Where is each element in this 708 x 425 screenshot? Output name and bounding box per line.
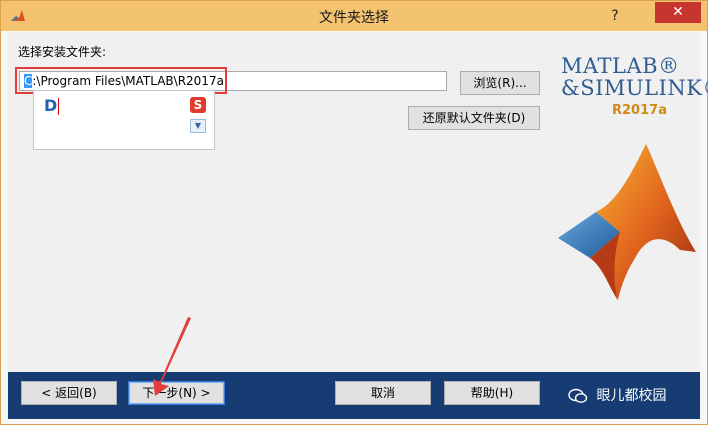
ime-expand-icon[interactable]: ▼ bbox=[190, 119, 206, 133]
close-button[interactable]: ✕ bbox=[655, 2, 701, 23]
dialog-body: 选择安装文件夹: C:\Program Files\MATLAB\R2017a … bbox=[8, 32, 708, 372]
red-arrow-annotation-icon bbox=[153, 317, 191, 396]
back-button[interactable]: < 返回(B) bbox=[21, 381, 117, 405]
ime-typed-text: D bbox=[44, 96, 58, 115]
text-caret bbox=[58, 98, 59, 115]
footer-bar: < 返回(B) 下一步(N) > 取消 帮助(H) 眼儿都校园 bbox=[8, 372, 700, 419]
title-bar[interactable]: 文件夹选择 ? ✕ bbox=[1, 1, 707, 31]
matlab-membrane-logo-icon bbox=[558, 144, 696, 300]
brand-version-text: R2017a bbox=[612, 103, 667, 118]
wechat-icon bbox=[568, 388, 588, 403]
restore-default-folder-button[interactable]: 还原默认文件夹(D) bbox=[408, 106, 540, 130]
help-icon[interactable]: ? bbox=[601, 5, 629, 27]
help-button[interactable]: 帮助(H) bbox=[444, 381, 540, 405]
choose-folder-label: 选择安装文件夹: bbox=[18, 45, 107, 59]
watermark-text: 眼儿都校园 bbox=[592, 388, 667, 404]
brand-simulink-text: &SIMULINK® bbox=[561, 76, 708, 100]
sogou-ime-icon[interactable]: S bbox=[190, 97, 206, 113]
browse-button[interactable]: 浏览(R)... bbox=[460, 71, 540, 95]
installer-window: 文件夹选择 ? ✕ 选择安装文件夹: C:\Program Files\MATL… bbox=[0, 0, 708, 425]
ime-candidate-popup: D S ▼ bbox=[33, 90, 215, 150]
cancel-button[interactable]: 取消 bbox=[335, 381, 431, 405]
brand-matlab-text: MATLAB® bbox=[561, 54, 680, 78]
watermark: 眼儿都校园 bbox=[568, 385, 666, 405]
